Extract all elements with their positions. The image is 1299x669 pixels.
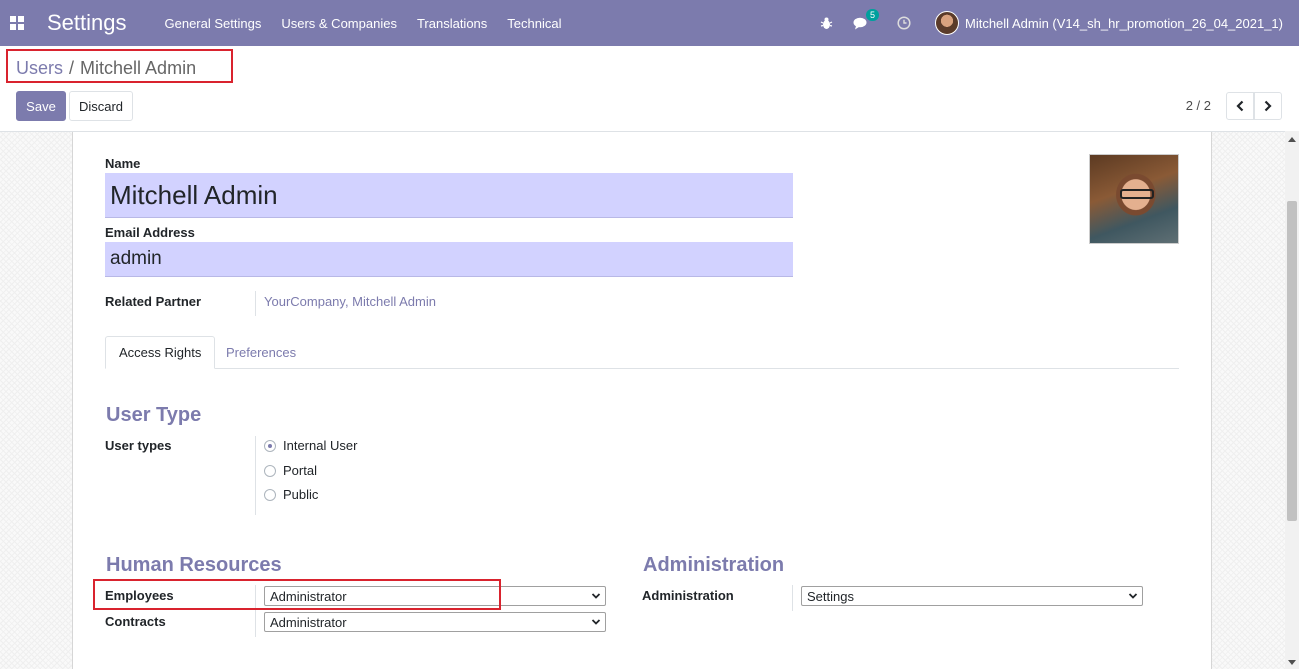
- save-button[interactable]: Save: [16, 91, 66, 121]
- messages-icon[interactable]: 5: [853, 8, 879, 30]
- field-separator: [255, 585, 256, 637]
- scroll-down-arrow-icon[interactable]: [1288, 660, 1296, 665]
- radio-public[interactable]: Public: [264, 487, 318, 502]
- app-title[interactable]: Settings: [47, 10, 127, 36]
- field-separator: [792, 585, 793, 611]
- employees-label: Employees: [105, 588, 174, 603]
- user-menu-label[interactable]: Mitchell Admin (V14_sh_hr_promotion_26_0…: [965, 16, 1283, 31]
- user-photo[interactable]: [1089, 154, 1179, 244]
- radio-button[interactable]: [264, 488, 276, 501]
- radio-button[interactable]: [264, 464, 276, 477]
- navbar-systray: 5 Mitchell Admin (V14_sh_hr_promotion_26…: [820, 0, 1299, 46]
- breadcrumb-current: Mitchell Admin: [80, 58, 197, 78]
- chevron-down-icon: [591, 619, 601, 625]
- menu-technical[interactable]: Technical: [497, 16, 571, 31]
- chevron-down-icon: [591, 593, 601, 599]
- breadcrumb-separator: /: [69, 58, 75, 78]
- menu-users-companies[interactable]: Users & Companies: [271, 16, 407, 31]
- messages-badge: 5: [865, 8, 879, 21]
- scrollbar-thumb[interactable]: [1287, 201, 1297, 521]
- chevron-down-icon: [1128, 593, 1138, 599]
- user-types-label: User types: [105, 438, 172, 453]
- field-separator: [255, 291, 256, 316]
- human-resources-section-title: Human Resources: [106, 554, 282, 576]
- radio-portal-label: Portal: [283, 463, 317, 478]
- menu-translations[interactable]: Translations: [407, 16, 497, 31]
- name-label: Name: [105, 156, 141, 171]
- tab-access-rights[interactable]: Access Rights: [105, 336, 216, 369]
- pager-previous-button[interactable]: [1226, 92, 1254, 120]
- user-type-section-title: User Type: [106, 404, 202, 426]
- menu-general-settings[interactable]: General Settings: [155, 16, 272, 31]
- employees-select[interactable]: Administrator: [264, 586, 606, 606]
- radio-button-checked[interactable]: [264, 439, 276, 452]
- chevron-right-icon: [1264, 100, 1272, 112]
- radio-internal-user[interactable]: Internal User: [264, 438, 357, 453]
- pager-next-button[interactable]: [1254, 92, 1282, 120]
- email-label: Email Address: [105, 225, 195, 240]
- field-separator: [255, 436, 256, 515]
- radio-internal-user-label: Internal User: [283, 438, 358, 453]
- employees-select-value: Administrator: [270, 588, 347, 604]
- contracts-select-value: Administrator: [270, 614, 347, 630]
- contracts-label: Contracts: [105, 614, 166, 629]
- related-partner-label: Related Partner: [105, 294, 202, 309]
- contracts-select[interactable]: Administrator: [264, 612, 606, 632]
- radio-public-label: Public: [283, 487, 319, 502]
- related-partner-link[interactable]: YourCompany, Mitchell Admin: [264, 294, 436, 309]
- user-avatar[interactable]: [935, 11, 959, 35]
- photo-glasses-detail: [1120, 189, 1154, 199]
- scroll-up-arrow-icon[interactable]: [1288, 137, 1296, 142]
- administration-section-title: Administration: [643, 554, 785, 576]
- breadcrumb: Users / Mitchell Admin: [16, 58, 196, 79]
- tab-preferences[interactable]: Preferences: [213, 336, 309, 369]
- discard-button[interactable]: Discard: [69, 91, 133, 121]
- administration-label: Administration: [642, 588, 734, 603]
- vertical-scrollbar[interactable]: [1285, 131, 1299, 669]
- pager-counter[interactable]: 2 / 2: [1186, 98, 1211, 113]
- name-input[interactable]: Mitchell Admin: [105, 173, 793, 218]
- administration-select-value: Settings: [807, 588, 854, 604]
- breadcrumb-users-link[interactable]: Users: [16, 58, 63, 79]
- email-input[interactable]: admin: [105, 242, 793, 277]
- apps-menu-icon[interactable]: [10, 16, 24, 30]
- activity-clock-icon[interactable]: [897, 16, 911, 30]
- debug-bug-icon[interactable]: [820, 17, 833, 30]
- top-navbar: Settings General Settings Users & Compan…: [0, 0, 1299, 46]
- radio-portal[interactable]: Portal: [264, 463, 317, 478]
- chevron-left-icon: [1236, 100, 1244, 112]
- administration-select[interactable]: Settings: [801, 586, 1143, 606]
